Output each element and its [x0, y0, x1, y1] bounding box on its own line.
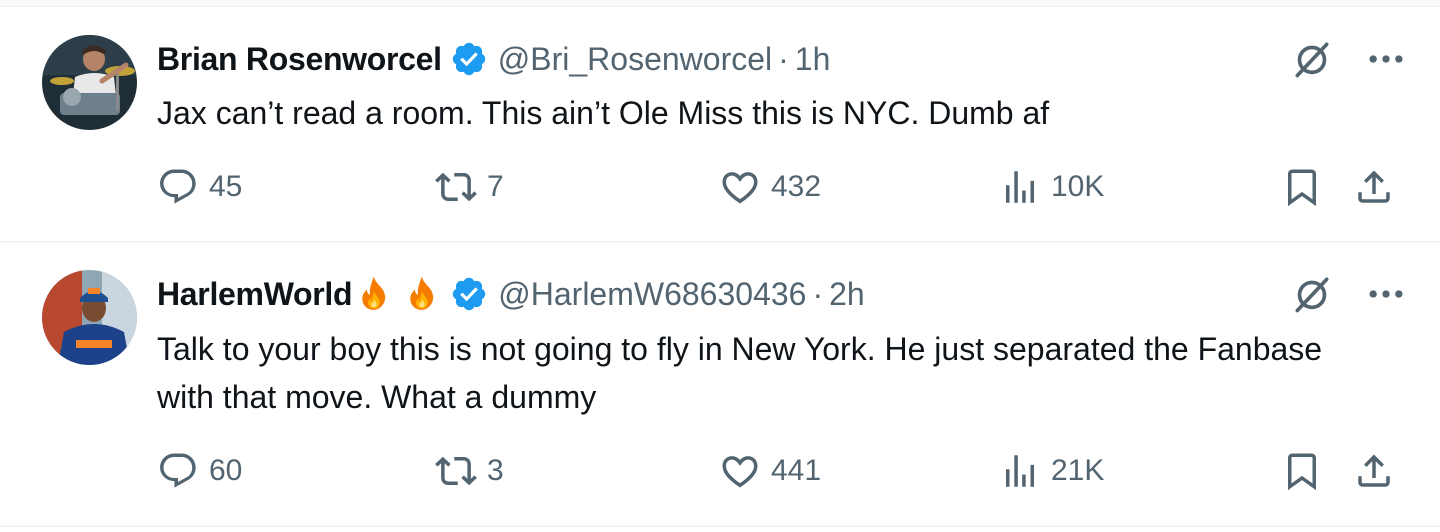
retweet-button[interactable]: 7 — [435, 165, 504, 209]
top-divider — [0, 0, 1440, 7]
bookmark-button[interactable] — [1281, 165, 1323, 209]
tweet-header: HarlemWorld @HarlemW68630436 · 2h — [157, 272, 1260, 316]
verified-badge-icon — [450, 275, 488, 313]
bookmark-icon — [1281, 450, 1323, 492]
reply-icon — [157, 166, 199, 208]
retweet-button[interactable]: 3 — [435, 449, 504, 493]
tweet-text: Jax can’t read a room. This ain’t Ole Mi… — [157, 95, 1050, 131]
tweet-actions: 45 7 432 10K — [157, 165, 1397, 209]
views-icon — [999, 166, 1041, 208]
author-handle[interactable]: @HarlemW68630436 — [498, 276, 806, 313]
author-handle[interactable]: @Bri_Rosenworcel — [498, 41, 772, 78]
reply-count: 45 — [209, 170, 243, 203]
like-count: 441 — [771, 454, 822, 487]
views-count: 21K — [1051, 454, 1105, 487]
reply-count: 60 — [209, 454, 243, 487]
reply-icon — [157, 450, 199, 492]
bookmark-icon — [1281, 166, 1323, 208]
share-icon — [1353, 450, 1395, 492]
grok-icon[interactable] — [1290, 37, 1334, 81]
tweet-text: Talk to your boy this is not going to fl… — [157, 331, 1323, 415]
views-icon — [999, 450, 1041, 492]
reply-button[interactable]: 45 — [157, 165, 242, 209]
tweet-actions: 60 3 441 21K — [157, 449, 1397, 493]
share-button[interactable] — [1353, 449, 1395, 493]
retweet-icon — [435, 166, 477, 208]
avatar[interactable] — [42, 35, 137, 130]
like-button[interactable]: 432 — [719, 165, 821, 209]
retweet-count: 7 — [487, 170, 504, 203]
verified-badge-icon — [450, 40, 488, 78]
author-name[interactable]: Brian Rosenworcel — [157, 41, 442, 78]
reply-tweet[interactable]: HarlemWorld @HarlemW68630436 · 2h Talk t… — [0, 243, 1440, 527]
fire-emoji-icon — [354, 274, 394, 314]
author-name[interactable]: HarlemWorld — [157, 276, 353, 313]
retweet-icon — [435, 450, 477, 492]
share-icon — [1353, 166, 1395, 208]
like-icon — [719, 450, 761, 492]
more-icon[interactable] — [1364, 37, 1408, 81]
timestamp[interactable]: 2h — [829, 276, 865, 313]
views-button[interactable]: 21K — [999, 449, 1104, 493]
grok-icon[interactable] — [1290, 272, 1334, 316]
reply-tweet[interactable]: Brian Rosenworcel @Bri_Rosenworcel · 1h … — [0, 7, 1440, 243]
views-count: 10K — [1051, 170, 1105, 203]
retweet-count: 3 — [487, 454, 504, 487]
separator-dot: · — [812, 275, 824, 312]
tweet-tools — [1290, 272, 1408, 316]
views-button[interactable]: 10K — [999, 165, 1104, 209]
like-button[interactable]: 441 — [719, 449, 821, 493]
share-button[interactable] — [1353, 165, 1395, 209]
like-icon — [719, 166, 761, 208]
timestamp[interactable]: 1h — [795, 41, 831, 78]
like-count: 432 — [771, 170, 822, 203]
reply-button[interactable]: 60 — [157, 449, 242, 493]
separator-dot: · — [778, 40, 789, 77]
tweet-header: Brian Rosenworcel @Bri_Rosenworcel · 1h — [157, 37, 1260, 81]
more-icon[interactable] — [1364, 272, 1408, 316]
bookmark-button[interactable] — [1281, 449, 1323, 493]
fire-emoji-icon — [402, 274, 442, 314]
avatar[interactable] — [42, 270, 137, 365]
tweet-tools — [1290, 37, 1408, 81]
